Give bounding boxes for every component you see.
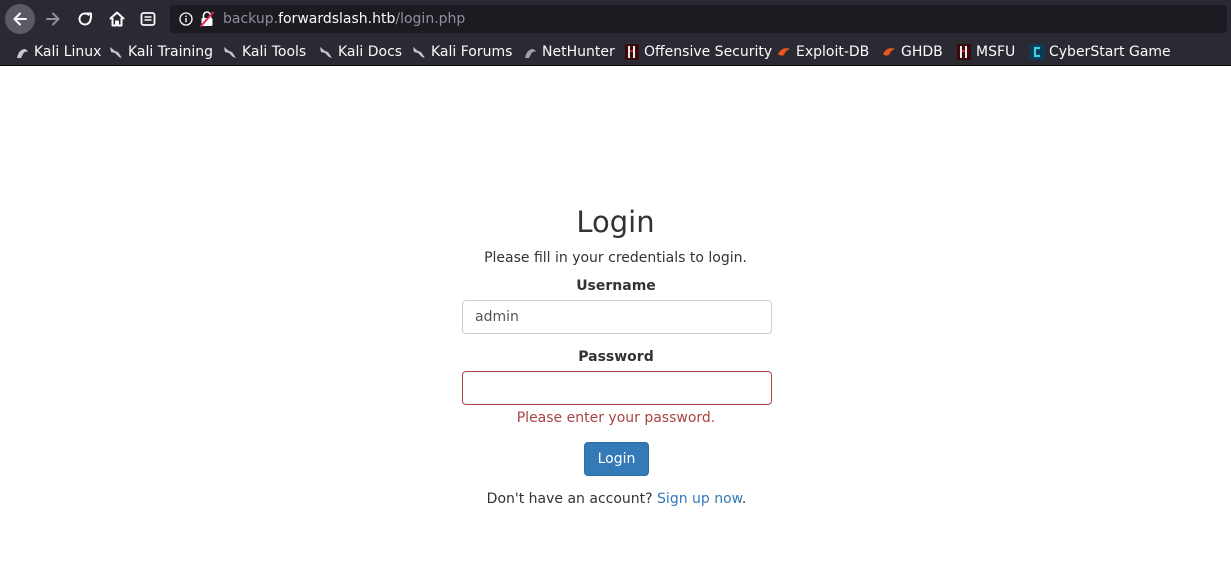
reader-view-icon: [140, 12, 156, 26]
offsec-icon: [625, 44, 639, 60]
home-icon: [109, 11, 125, 27]
password-error-message: Please enter your password.: [516, 410, 716, 426]
bookmark-exploit-db[interactable]: Exploit-DB: [776, 42, 869, 62]
kali-dragon-icon: [17, 49, 28, 58]
bookmark-label: Kali Docs: [338, 44, 403, 60]
forward-button[interactable]: [38, 4, 68, 34]
offsec-icon: [957, 44, 971, 60]
info-icon[interactable]: [179, 12, 193, 26]
bookmark-label: Kali Forums: [431, 44, 513, 60]
bookmark-label: CyberStart Game: [1049, 44, 1171, 60]
bookmark-kali-forums[interactable]: Kali Forums: [411, 42, 512, 62]
password-input[interactable]: [462, 371, 772, 405]
page-subtitle: Please fill in your credentials to login…: [484, 250, 747, 266]
reader-view-button[interactable]: [133, 4, 163, 34]
url-text[interactable]: backup.forwardslash.htb/login.php: [223, 11, 465, 27]
page-content: Login Please fill in your credentials to…: [0, 66, 1231, 566]
exploit-db-icon: [883, 48, 895, 56]
signup-suffix: .: [741, 491, 747, 507]
bookmark-nethunter[interactable]: NetHunter: [522, 42, 615, 62]
kali-dragon-icon: [224, 47, 236, 58]
kali-dragon-icon: [320, 47, 332, 58]
nethunter-icon: [525, 49, 536, 58]
reload-button[interactable]: [70, 4, 100, 34]
signup-prompt-text: Don't have an account?: [486, 491, 653, 507]
url-bar[interactable]: backup.forwardslash.htb/login.php: [170, 5, 1227, 33]
kali-dragon-icon: [110, 47, 122, 58]
bookmark-kali-docs[interactable]: Kali Docs: [318, 42, 402, 62]
bookmark-kali-linux[interactable]: Kali Linux: [14, 42, 101, 62]
url-subdomain: backup.: [223, 11, 279, 27]
url-host: forwardslash.htb: [278, 11, 396, 27]
bookmark-label: Offensive Security: [644, 44, 773, 60]
username-label: Username: [576, 278, 656, 294]
arrow-right-icon: [46, 12, 60, 26]
password-label: Password: [578, 349, 654, 365]
kali-dragon-icon: [413, 47, 425, 58]
bookmark-kali-training[interactable]: Kali Training: [108, 42, 213, 62]
reload-icon: [78, 12, 92, 26]
bookmarks-toolbar: Kali Linux Kali Training Kali Tools Kali…: [0, 38, 1231, 66]
bookmark-cyberstart-game[interactable]: CyberStart Game: [1029, 42, 1171, 62]
browser-toolbar: backup.forwardslash.htb/login.php: [0, 0, 1231, 38]
bookmark-msfu[interactable]: MSFU: [956, 42, 1015, 62]
bookmark-label: MSFU: [976, 44, 1016, 60]
page-title: Login: [576, 205, 655, 239]
cyberstart-icon: [1029, 44, 1045, 60]
username-input[interactable]: [462, 300, 772, 334]
bookmark-ghdb[interactable]: GHDB: [881, 42, 943, 62]
login-button[interactable]: Login: [584, 442, 649, 476]
bookmark-label: Kali Linux: [34, 44, 102, 60]
bookmark-offensive-security[interactable]: Offensive Security: [624, 42, 772, 62]
url-path: /login.php: [395, 11, 466, 27]
signup-prompt: Don't have an account? Sign up now.: [0, 491, 1231, 507]
bookmark-label: Exploit-DB: [796, 44, 870, 60]
signup-link[interactable]: Sign up now: [657, 491, 742, 507]
back-button[interactable]: [5, 4, 35, 34]
exploit-db-icon: [778, 48, 790, 56]
bookmark-label: NetHunter: [542, 44, 615, 60]
bookmark-label: Kali Tools: [242, 44, 307, 60]
arrow-left-icon: [13, 12, 27, 26]
bookmark-label: GHDB: [901, 44, 943, 60]
home-button[interactable]: [102, 4, 132, 34]
bookmark-label: Kali Training: [128, 44, 213, 60]
bookmark-kali-tools[interactable]: Kali Tools: [222, 42, 306, 62]
insecure-lock-icon[interactable]: [199, 10, 215, 28]
